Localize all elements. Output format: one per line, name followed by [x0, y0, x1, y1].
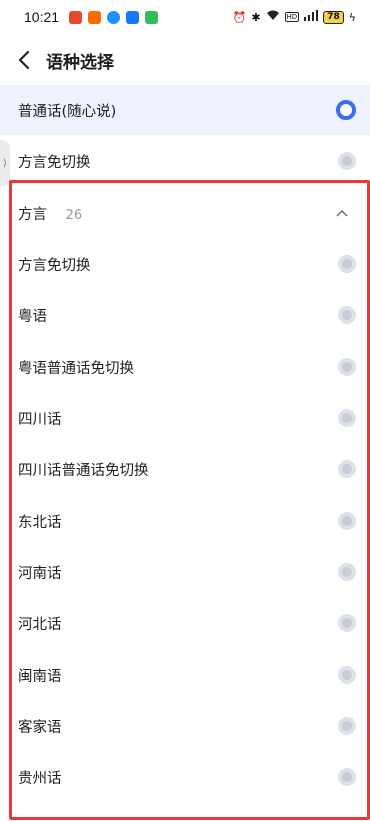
list-item[interactable]: 四川话: [0, 393, 370, 443]
radio-unselected[interactable]: [338, 666, 356, 684]
charging-icon: ϟ: [348, 10, 356, 24]
status-app-icons: [69, 10, 159, 24]
radio-unselected[interactable]: [338, 152, 356, 170]
signal-icon: [304, 10, 319, 24]
dialect-group-header[interactable]: 方言 26: [0, 188, 370, 238]
wifi-icon: [266, 10, 280, 24]
alarm-icon: ⏰: [232, 10, 247, 24]
item-label: 闽南语: [18, 668, 62, 685]
chevron-up-icon[interactable]: [332, 203, 352, 223]
item-label: 四川话普通话免切换: [18, 462, 149, 479]
blue-app-icon: [107, 10, 121, 24]
battery-level: 78: [323, 10, 344, 24]
status-right: ⏰ ✱ HD 78 ϟ: [233, 10, 356, 24]
radio-unselected[interactable]: [338, 614, 356, 632]
radio-unselected[interactable]: [338, 563, 356, 581]
item-label: 东北话: [18, 514, 62, 531]
hd-icon: HD: [284, 12, 300, 22]
radio-selected[interactable]: [336, 100, 356, 120]
list-item[interactable]: 粤语: [0, 290, 370, 340]
list-item[interactable]: 河南话: [0, 547, 370, 597]
radio-unselected[interactable]: [338, 306, 356, 324]
list-item[interactable]: 四川话普通话免切换: [0, 444, 370, 494]
list-item[interactable]: 方言免切换: [0, 239, 370, 289]
bluetooth-icon: ✱: [251, 10, 261, 24]
option-dialect-auto[interactable]: 方言免切换: [0, 136, 370, 186]
option-label: 普通话(随心说): [18, 103, 117, 120]
group-count: 26: [65, 207, 83, 223]
page-title: 语种选择: [46, 52, 114, 73]
item-label: 河南话: [18, 565, 62, 582]
status-bar: 10:21 ⏰ ✱ HD 78 ϟ: [0, 0, 370, 34]
group-title: 方言: [18, 206, 47, 223]
back-button[interactable]: [4, 40, 44, 80]
list-item[interactable]: 闽南语: [0, 650, 370, 700]
item-label: 四川话: [18, 411, 62, 428]
option-label: 方言免切换: [18, 154, 91, 171]
list-item[interactable]: 河北话: [0, 598, 370, 648]
radio-unselected[interactable]: [338, 717, 356, 735]
item-label: 粤语: [18, 308, 47, 325]
radio-unselected[interactable]: [338, 409, 356, 427]
list-item[interactable]: 东北话: [0, 496, 370, 546]
list-item[interactable]: 客家语: [0, 701, 370, 751]
item-label: 粤语普通话免切换: [18, 360, 134, 377]
chevron-left-icon: [18, 51, 30, 69]
item-label: 河北话: [18, 616, 62, 633]
radio-unselected[interactable]: [338, 460, 356, 478]
header: 语种选择: [0, 34, 370, 86]
list-item[interactable]: 贵州话: [0, 752, 370, 802]
radio-unselected[interactable]: [338, 768, 356, 786]
weibo-icon: [69, 10, 83, 24]
taobao-icon: [88, 10, 102, 24]
item-label: 方言免切换: [18, 257, 91, 274]
alipay-icon: [126, 10, 140, 24]
item-label: 贵州话: [18, 770, 62, 787]
radio-unselected[interactable]: [338, 255, 356, 273]
option-mandarin[interactable]: 普通话(随心说): [0, 85, 370, 135]
radio-unselected[interactable]: [338, 512, 356, 530]
list-item[interactable]: 粤语普通话免切换: [0, 342, 370, 392]
green-app-icon: [145, 10, 159, 24]
status-time: 10:21: [24, 9, 60, 25]
radio-unselected[interactable]: [338, 358, 356, 376]
item-label: 客家语: [18, 719, 62, 736]
